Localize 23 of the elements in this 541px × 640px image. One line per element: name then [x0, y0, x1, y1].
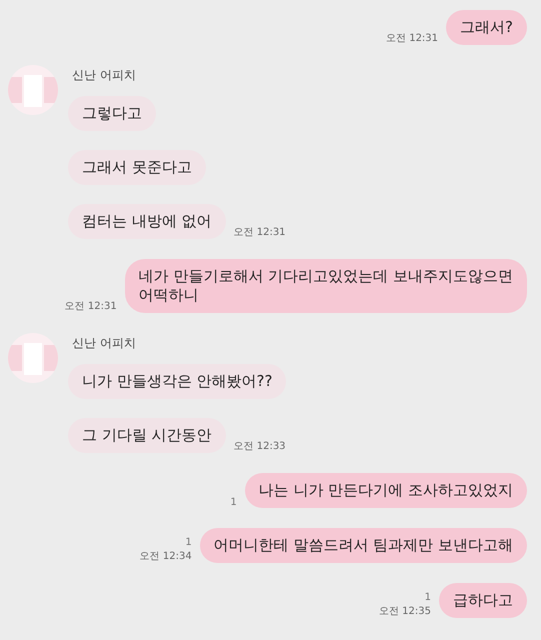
received-message: 그 기다릴 시간동안: [68, 418, 226, 453]
sent-message: 네가 만들기로해서 기다리고있었는데 보내주지도않으면 어떡하니: [124, 259, 527, 313]
unread-count: 1: [424, 592, 431, 603]
message-time: 오전 12:35: [379, 605, 431, 618]
message-time: 오전 12:33: [234, 440, 286, 453]
sender-name: 신난 어피치: [72, 67, 137, 84]
received-message: 니가 만들생각은 안해봤어??: [68, 364, 286, 399]
avatar-icon: [8, 65, 58, 115]
sent-message: 그래서?: [446, 10, 527, 45]
message-time: 오전 12:31: [386, 32, 438, 45]
sender-name: 신난 어피치: [72, 335, 137, 352]
avatar-icon: [8, 333, 58, 383]
message-time: 오전 12:31: [64, 300, 117, 313]
message-time: 오전 12:34: [140, 550, 192, 563]
sent-message: 급하다고: [439, 583, 527, 618]
received-message: 컴터는 내방에 없어: [68, 204, 226, 239]
sent-message: 어머니한테 말씀드려서 팀과제만 보낸다고해: [200, 528, 527, 563]
unread-count: 1: [185, 537, 192, 548]
sent-message: 나는 니가 만든다기에 조사하고있었지: [244, 473, 527, 508]
unread-count: 1: [230, 497, 237, 508]
message-time: 오전 12:31: [234, 226, 286, 239]
received-message: 그래서 못준다고: [68, 150, 206, 185]
received-message: 그렇다고: [68, 96, 156, 131]
